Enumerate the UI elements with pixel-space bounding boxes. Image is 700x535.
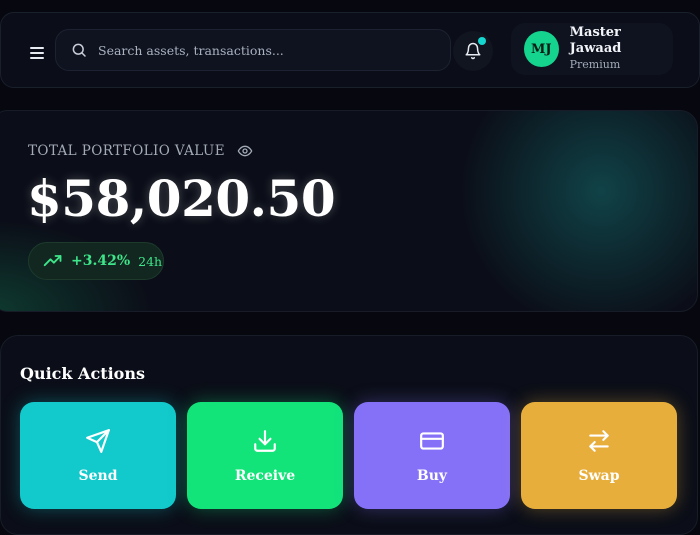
bell-icon — [465, 42, 481, 60]
top-bar: MJ Master Jawaad Premium — [0, 12, 700, 88]
credit-card-icon — [419, 428, 445, 454]
portfolio-value: $58,020.50 — [27, 169, 336, 228]
notification-button[interactable] — [453, 31, 493, 71]
swap-button[interactable]: Swap — [521, 402, 677, 509]
swap-label: Swap — [578, 467, 620, 484]
search-bar[interactable] — [55, 29, 451, 71]
avatar: MJ — [524, 31, 559, 67]
eye-icon[interactable] — [237, 143, 253, 159]
quick-actions-title: Quick Actions — [20, 364, 145, 383]
user-profile[interactable]: MJ Master Jawaad Premium — [511, 23, 673, 75]
receive-label: Receive — [234, 467, 296, 484]
download-icon — [252, 428, 278, 454]
notification-dot — [478, 37, 486, 45]
search-icon — [70, 41, 88, 59]
send-icon — [85, 428, 111, 454]
send-button[interactable]: Send — [20, 402, 176, 509]
user-tier: Premium — [569, 58, 621, 71]
buy-button[interactable]: Buy — [354, 402, 510, 509]
portfolio-label: TOTAL PORTFOLIO VALUE — [28, 143, 225, 159]
menu-icon[interactable] — [27, 45, 47, 61]
trending-up-icon — [43, 254, 63, 268]
send-label: Send — [78, 467, 118, 484]
change-percent: +3.42% — [71, 253, 131, 269]
change-badge: +3.42% 24h — [28, 242, 164, 280]
search-input[interactable] — [98, 42, 428, 58]
receive-button[interactable]: Receive — [187, 402, 343, 509]
user-name: Master Jawaad — [569, 25, 622, 56]
change-period: 24h — [138, 253, 163, 269]
buy-label: Buy — [416, 467, 448, 484]
portfolio-card: TOTAL PORTFOLIO VALUE $58,020.50 +3.42% … — [0, 110, 698, 312]
quick-actions-panel: Quick Actions Send Receive Buy Swap — [0, 335, 698, 535]
swap-arrows-icon — [586, 428, 612, 454]
